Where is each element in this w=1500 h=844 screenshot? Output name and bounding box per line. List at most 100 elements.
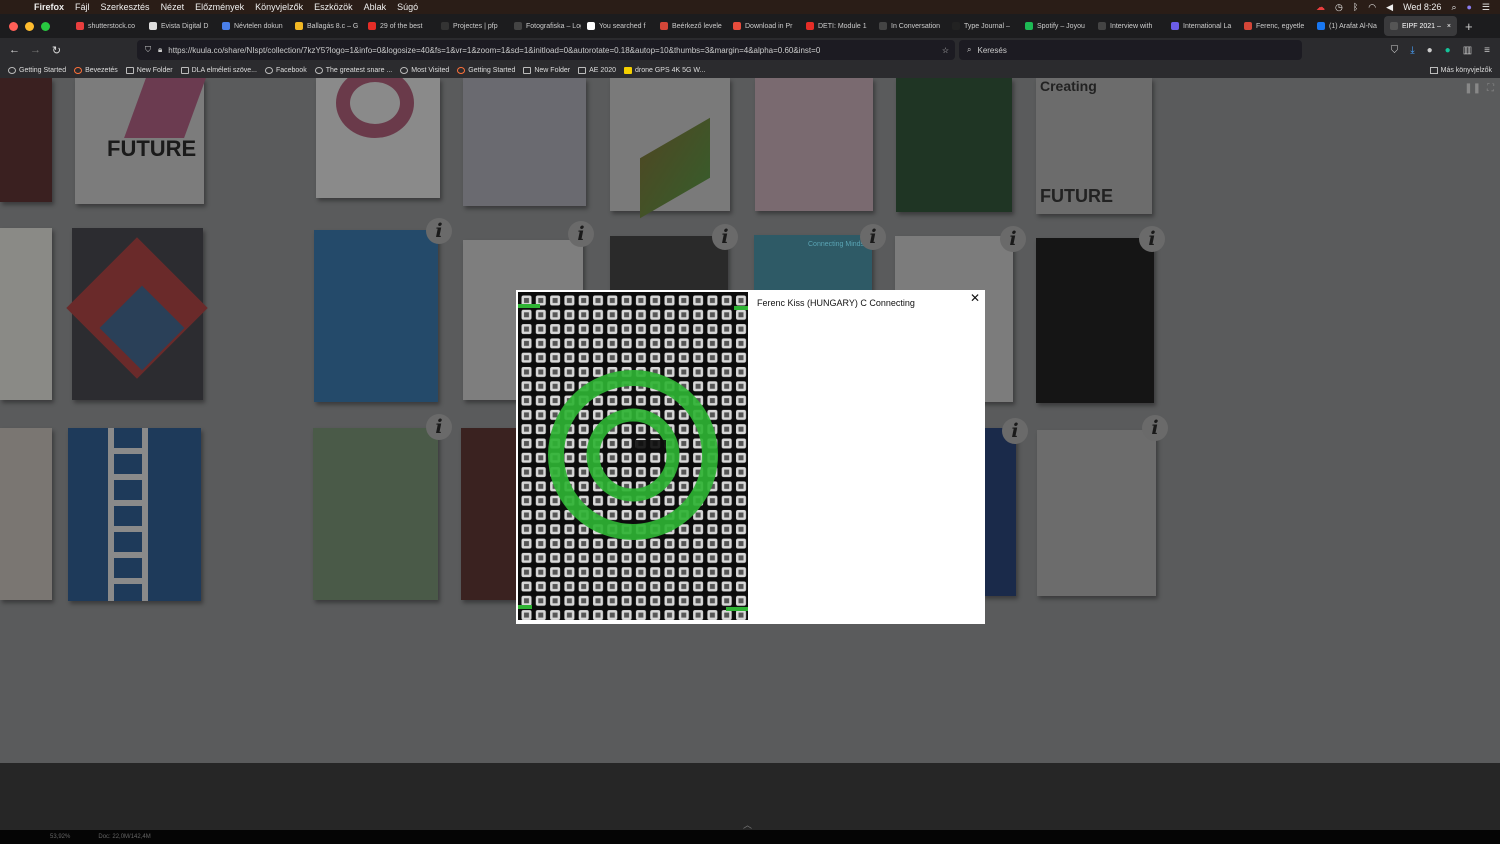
poster-partial-left-bottom[interactable] — [0, 428, 52, 600]
scroll-chevron-icon[interactable]: ︿ — [743, 818, 752, 830]
browser-tab[interactable]: Ferenc, egyetle — [1238, 16, 1311, 36]
other-bookmarks[interactable]: Más könyvjelzők — [1429, 62, 1492, 78]
bookmark-dla[interactable]: DLA elméleti szöve... — [180, 66, 257, 74]
menu-file[interactable]: Fájl — [75, 2, 90, 12]
info-icon[interactable]: i — [426, 218, 452, 244]
info-icon[interactable]: i — [1002, 418, 1028, 444]
volume-icon[interactable]: ◀ — [1386, 2, 1393, 13]
time-machine-icon[interactable]: ◷ — [1335, 2, 1343, 13]
browser-tab[interactable]: DETI: Module 1 — [800, 16, 873, 36]
creative-cloud-icon[interactable]: ☁ — [1316, 2, 1325, 13]
poster-future-everyone[interactable]: FUTURE — [75, 78, 206, 204]
bookmark-snare[interactable]: The greatest snare ... — [314, 66, 392, 74]
bookmark-star-icon[interactable]: ☆ — [942, 46, 949, 55]
browser-tab[interactable]: 29 of the best — [362, 16, 435, 36]
pocket-icon[interactable]: ⛉ — [1391, 45, 1399, 56]
browser-tab[interactable]: EIPF 2021 – × — [1384, 16, 1457, 36]
clock[interactable]: Wed 8:26 — [1403, 2, 1441, 12]
extension-s-icon[interactable]: ● — [1427, 45, 1433, 56]
control-center-icon[interactable]: ☰ — [1482, 2, 1490, 13]
info-icon[interactable]: i — [1139, 226, 1165, 252]
bookmark-facebook[interactable]: Facebook — [264, 66, 307, 74]
bookmark-new-folder[interactable]: New Folder — [125, 66, 173, 74]
library-icon[interactable]: ▥ — [1463, 45, 1472, 56]
url-text[interactable]: https://kuula.co/share/NIspt/collection/… — [168, 46, 820, 55]
lock-icon[interactable]: 🔒︎ — [158, 45, 162, 55]
poster-red-type[interactable] — [755, 78, 873, 211]
poster-isometric-stairs[interactable] — [1037, 430, 1156, 596]
info-icon[interactable]: i — [426, 414, 452, 440]
browser-tab[interactable]: Fotografiska – Logo — [508, 16, 581, 36]
download-icon[interactable]: ⤓ — [1410, 45, 1414, 56]
zoom-window-button[interactable] — [41, 21, 50, 31]
siri-icon[interactable]: ● — [1466, 2, 1471, 12]
poster-blue-pink[interactable] — [982, 428, 1016, 596]
bookmark-bevezetes[interactable]: Bevezetés — [74, 66, 118, 74]
browser-tab[interactable]: Interview with — [1092, 16, 1165, 36]
fullscreen-icon[interactable]: ⛶ — [1487, 83, 1494, 94]
info-icon[interactable]: i — [860, 224, 886, 250]
close-icon[interactable]: ✕ — [968, 291, 982, 305]
poster-collage[interactable] — [463, 78, 586, 206]
wifi-icon[interactable]: ◠ — [1368, 2, 1376, 13]
poster-partial-left-mid[interactable] — [0, 228, 52, 400]
poster-rainbow-ring[interactable] — [316, 78, 440, 198]
info-icon[interactable]: i — [568, 221, 594, 247]
browser-tab[interactable]: shutterstock.co — [70, 16, 143, 36]
info-icon[interactable]: i — [1000, 226, 1026, 252]
forward-icon[interactable]: → — [25, 44, 46, 56]
bookmark-drone[interactable]: drone GPS 4K 5G W... — [624, 66, 705, 74]
bookmark-most-visited[interactable]: Most Visited — [400, 66, 449, 74]
close-window-button[interactable] — [9, 21, 18, 31]
new-tab-button[interactable]: + — [1465, 19, 1473, 34]
poster-creating-future[interactable]: Creating FUTURE — [1036, 78, 1152, 214]
info-icon[interactable]: i — [712, 224, 738, 250]
browser-tab[interactable]: Evista Digital D — [143, 16, 216, 36]
browser-tab[interactable]: Beérkező levele — [654, 16, 727, 36]
grammarly-icon[interactable]: ● — [1445, 45, 1451, 56]
browser-tab[interactable]: Download in Pr — [727, 16, 800, 36]
menu-view[interactable]: Nézet — [161, 2, 185, 12]
back-icon[interactable]: ← — [4, 44, 25, 56]
browser-tab[interactable]: You searched f — [581, 16, 654, 36]
bookmark-getting-started[interactable]: Getting Started — [8, 66, 66, 74]
menu-edit[interactable]: Szerkesztés — [101, 2, 150, 12]
close-tab-icon[interactable]: × — [1447, 23, 1451, 30]
browser-tab[interactable]: Projectes | pfp — [435, 16, 508, 36]
bookmark-ae-2020[interactable]: AE 2020 — [578, 66, 616, 74]
pause-icon[interactable]: ❚❚ — [1464, 83, 1481, 94]
browser-tab[interactable]: In Conversation — [873, 16, 946, 36]
bookmark-new-folder-2[interactable]: New Folder — [523, 66, 570, 74]
browser-tab[interactable]: Spotify – Joyou — [1019, 16, 1092, 36]
bluetooth-icon[interactable]: ᛒ — [1353, 2, 1358, 12]
hamburger-menu-icon[interactable]: ≡ — [1484, 45, 1490, 56]
minimize-window-button[interactable] — [25, 21, 34, 31]
url-bar[interactable]: ⛉ 🔒︎ https://kuula.co/share/NIspt/collec… — [137, 40, 955, 60]
browser-tab[interactable]: Type Journal – — [946, 16, 1019, 36]
spotlight-search-icon[interactable]: ⌕ — [1451, 2, 1456, 13]
poster-arrow[interactable] — [610, 78, 730, 219]
poster-green-figure[interactable] — [896, 78, 1012, 212]
browser-tab[interactable]: Ballagás 8.c – G — [289, 16, 362, 36]
menu-help[interactable]: Súgó — [397, 2, 418, 12]
poster-blue-ladder[interactable] — [68, 428, 201, 601]
search-placeholder[interactable]: Keresés — [977, 46, 1006, 55]
menu-window[interactable]: Ablak — [364, 2, 387, 12]
poster-blue-typography[interactable] — [314, 230, 438, 402]
menu-app-firefox[interactable]: Firefox — [34, 2, 64, 12]
shield-icon[interactable]: ⛉ — [145, 45, 151, 55]
poster-isometric-city[interactable] — [313, 428, 438, 600]
search-bar[interactable]: ⌕ Keresés — [959, 40, 1302, 60]
poster-dark-figure[interactable] — [1036, 238, 1154, 403]
poster-red-blue-geometric[interactable] — [66, 228, 208, 400]
browser-tab[interactable]: (1) Arafat Al-Na — [1311, 16, 1384, 36]
info-icon[interactable]: i — [1142, 415, 1168, 441]
menu-tools[interactable]: Eszközök — [314, 2, 353, 12]
reload-icon[interactable]: ↻ — [46, 44, 67, 57]
browser-tab[interactable]: Névtelen dokun — [216, 16, 289, 36]
browser-tab[interactable]: International La — [1165, 16, 1238, 36]
menu-history[interactable]: Előzmények — [195, 2, 244, 12]
poster-partial-left-top[interactable] — [0, 78, 52, 202]
bookmark-getting-started-2[interactable]: Getting Started — [457, 66, 515, 74]
menu-bookmarks[interactable]: Könyvjelzők — [255, 2, 303, 12]
